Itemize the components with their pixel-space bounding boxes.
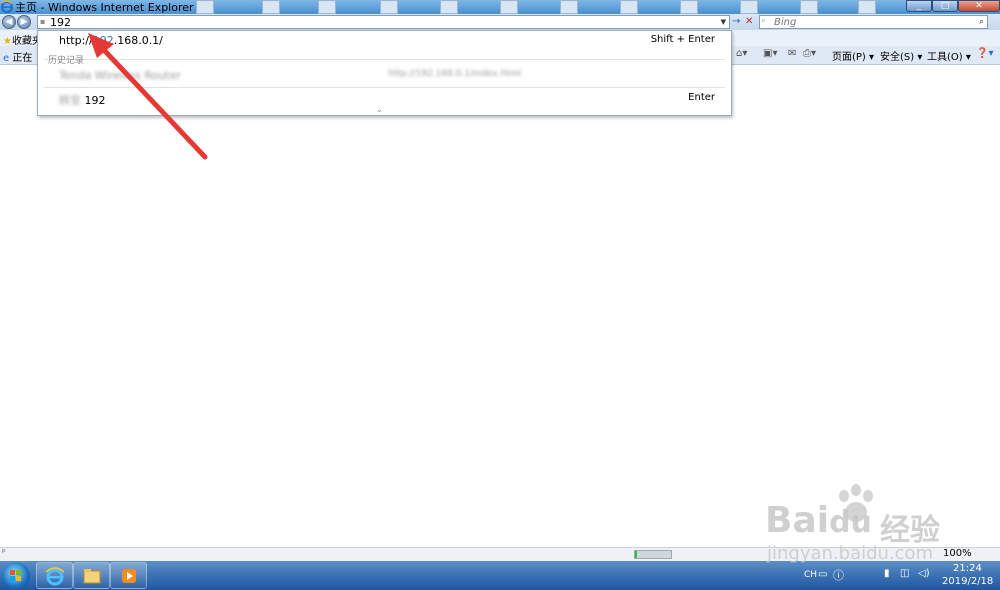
clock-date[interactable]: 2019/2/18	[942, 576, 993, 587]
stop-button[interactable]: ✕	[745, 15, 756, 28]
progress-bar	[634, 550, 672, 559]
desktop-icon-ghost	[620, 0, 638, 14]
back-arrow-icon: ◀	[5, 17, 13, 27]
go-button[interactable]: →	[732, 15, 743, 28]
status-page-icon: ᵖ	[2, 548, 6, 558]
media-player-icon	[122, 569, 136, 583]
zoom-level[interactable]: 100%	[943, 548, 972, 559]
desktop-icon-ghost	[800, 0, 818, 14]
search-icon[interactable]: ⌕	[979, 16, 984, 28]
forward-button[interactable]: ▶	[17, 15, 31, 29]
suggested-url: http://192.168.0.1/	[59, 34, 163, 47]
goto-suggestion[interactable]: 转至 192 Enter	[38, 89, 731, 109]
desktop-icon-ghost	[196, 0, 214, 14]
search-box[interactable]: ᵖ ⌕	[759, 15, 988, 29]
watermark-url: jingyan.baidu.com	[767, 543, 934, 564]
address-input[interactable]	[50, 16, 710, 28]
print-icon[interactable]: ⎙▾	[803, 48, 816, 59]
expand-more-icon[interactable]: ⌄	[376, 105, 383, 114]
network-icon[interactable]: ◫	[900, 568, 909, 579]
desktop-icon-ghost	[318, 0, 336, 14]
help-icon[interactable]: ❓▾	[976, 48, 993, 59]
internet-explorer-icon	[1, 0, 13, 13]
close-button[interactable]: ✕	[958, 0, 1000, 12]
ie-tab-icon: e	[3, 53, 10, 64]
tools-menu[interactable]: 工具(O) ▾	[927, 48, 971, 63]
history-section-header: 历史记录	[48, 56, 85, 66]
progress-fill	[635, 551, 637, 558]
back-button[interactable]: ◀	[2, 15, 16, 29]
page-icon: ▪	[40, 17, 46, 26]
taskbar-media-player[interactable]	[110, 562, 147, 589]
desktop-icon-ghost	[560, 0, 578, 14]
address-bar[interactable]: ▪ ▼	[37, 15, 730, 29]
taskbar-file-explorer[interactable]	[73, 562, 110, 589]
maximize-button[interactable]: □	[932, 0, 958, 12]
taskbar: CH ▭ ⓘ ▮ ◫ ◁) 21:24 2019/2/18	[0, 561, 1000, 590]
shift-enter-hint: Shift + Enter	[650, 34, 715, 45]
help-tray-icon[interactable]: ⓘ	[833, 567, 844, 583]
minimize-button[interactable]: _	[906, 0, 932, 12]
feeds-icon[interactable]: ▣▾	[763, 48, 777, 59]
history-item[interactable]: Tenda Wireless Router http://192.168.0.1…	[38, 66, 731, 86]
page-menu[interactable]: 页面(P) ▾	[832, 48, 874, 63]
tab-current[interactable]: e 正在	[3, 49, 32, 64]
search-provider-icon: ᵖ	[762, 17, 766, 26]
forward-arrow-icon: ▶	[20, 17, 28, 27]
safety-menu[interactable]: 安全(S) ▾	[880, 48, 922, 63]
home-icon[interactable]: ⌂▾	[736, 48, 747, 59]
address-dropdown-icon[interactable]: ▼	[721, 16, 726, 28]
start-button[interactable]	[2, 562, 30, 590]
language-indicator[interactable]: CH	[804, 570, 817, 580]
history-item-url: http://192.168.0.1/index.html	[388, 69, 521, 79]
battery-icon[interactable]: ▮	[884, 568, 890, 579]
internet-explorer-icon	[45, 567, 65, 586]
volume-icon[interactable]: ◁)	[918, 568, 930, 579]
tab-label: 正在	[12, 53, 33, 64]
divider	[44, 87, 725, 88]
desktop-icon-ghost	[858, 0, 876, 14]
autocomplete-url-suggestion[interactable]: http://192.168.0.1/ Shift + Enter	[38, 31, 731, 51]
desktop-icon-ghost	[740, 0, 758, 14]
desktop-icon-ghost	[680, 0, 698, 14]
taskbar-internet-explorer[interactable]	[36, 562, 73, 589]
title-bar: 主页 - Windows Internet Explorer _ □ ✕	[0, 0, 1000, 14]
window-title: 主页 - Windows Internet Explorer	[15, 1, 194, 14]
navigation-bar: ◀ ▶ ▪ ▼ → ✕ ᵖ ⌕	[0, 14, 1000, 30]
enter-hint: Enter	[688, 92, 715, 103]
desktop-icon-ghost	[500, 0, 518, 14]
desktop-icon-ghost	[380, 0, 398, 14]
search-input[interactable]	[774, 16, 954, 28]
windows-logo-icon	[10, 570, 22, 582]
window-controls: _ □ ✕	[906, 0, 1000, 12]
address-autocomplete: http://192.168.0.1/ Shift + Enter 历史记录 T…	[37, 30, 732, 116]
mail-icon[interactable]: ✉	[788, 48, 796, 59]
goto-label: 转至 192	[59, 94, 106, 107]
keyboard-icon[interactable]: ▭	[818, 569, 827, 580]
watermark-brand: Baidu	[765, 500, 872, 541]
history-item-title: Tenda Wireless Router	[59, 69, 181, 82]
desktop-icon-ghost	[440, 0, 458, 14]
divider	[44, 59, 725, 60]
file-explorer-icon	[83, 569, 101, 584]
clock-time[interactable]: 21:24	[953, 563, 982, 574]
desktop-icon-ghost	[262, 0, 280, 14]
